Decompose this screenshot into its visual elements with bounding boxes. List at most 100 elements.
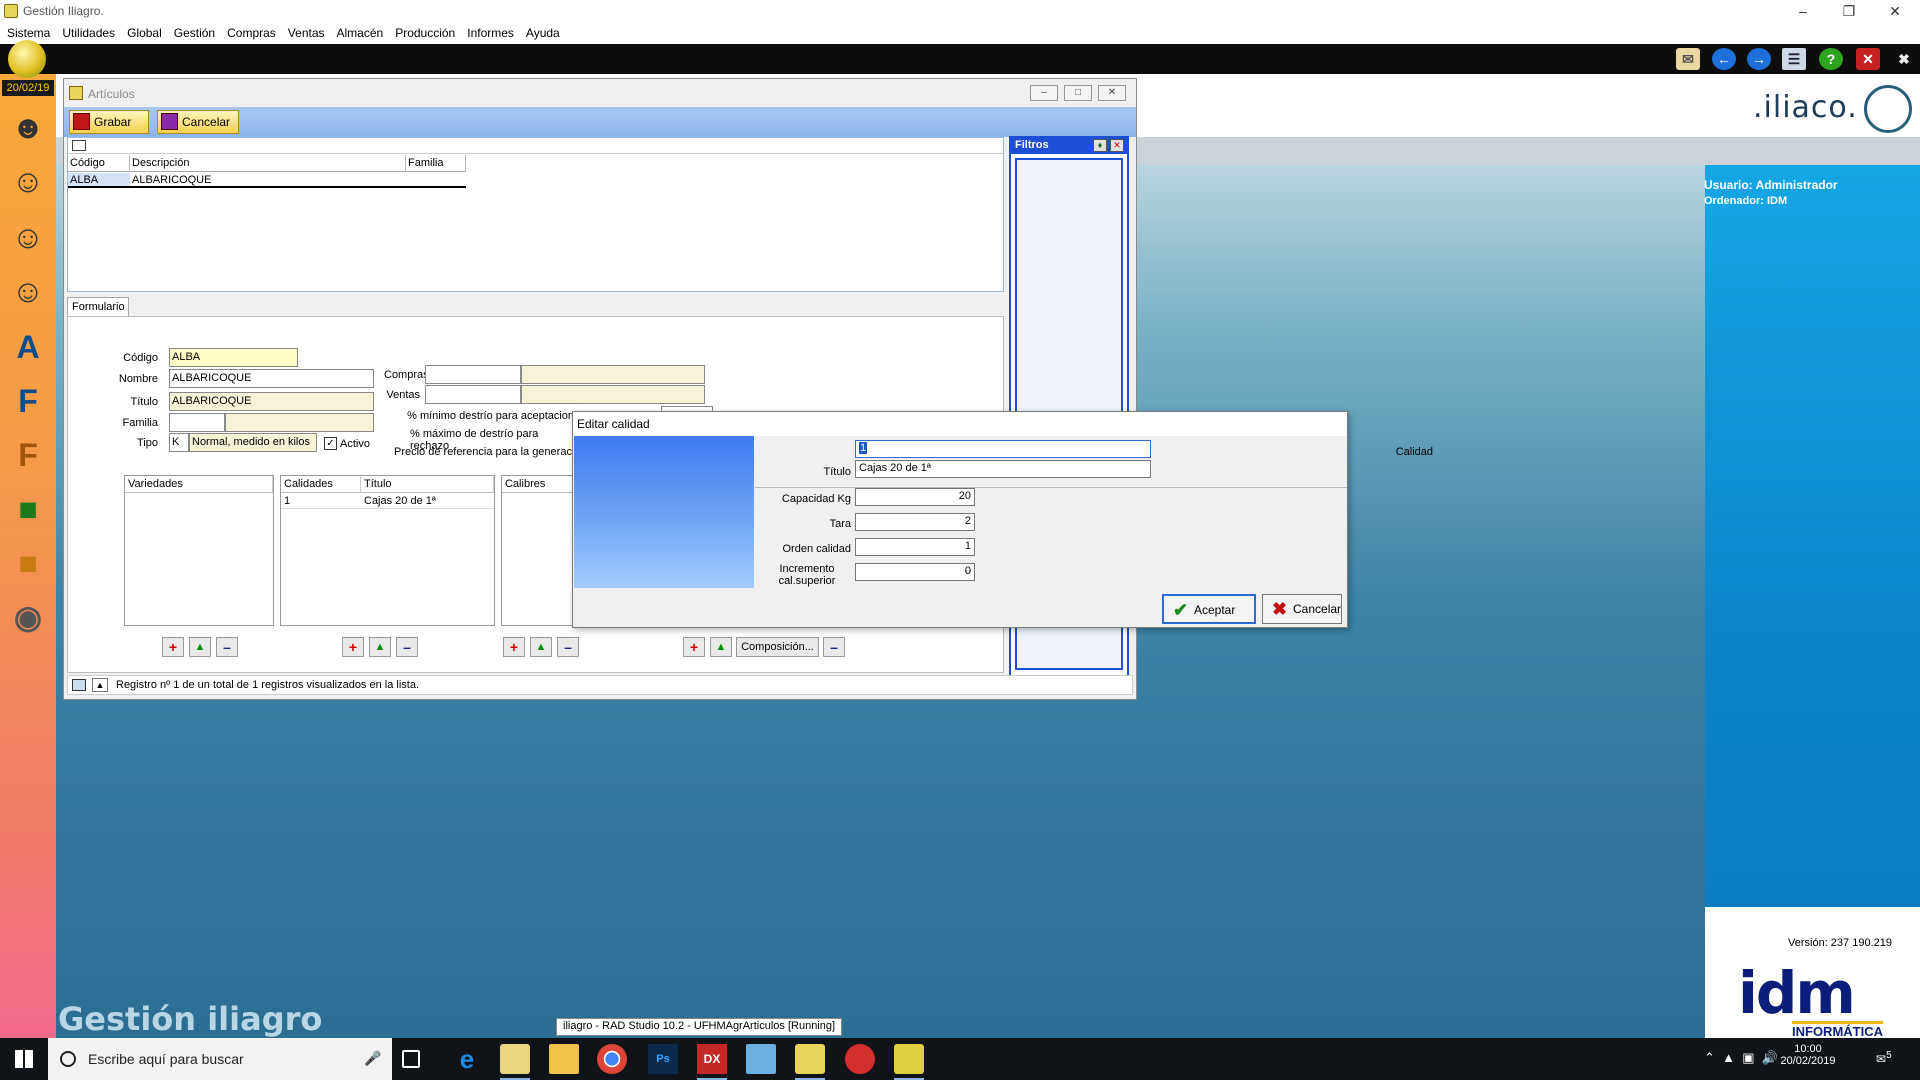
exit-app-icon[interactable]: ✖	[1892, 48, 1916, 70]
tipo-code-field[interactable]: K	[169, 433, 189, 452]
calidades-titulo-header[interactable]: Título	[361, 476, 494, 493]
nombre-field[interactable]: ALBARICOQUE	[169, 369, 374, 388]
mail-icon[interactable]: ✉	[1676, 48, 1700, 70]
menu-produccion[interactable]: Producción	[388, 24, 460, 40]
filtros-pin-icon[interactable]: ♦	[1093, 139, 1107, 152]
letter-f-icon[interactable]: F	[6, 378, 50, 424]
column-header-familia[interactable]: Familia	[406, 155, 466, 172]
minimize-button[interactable]: –	[1780, 0, 1826, 22]
incremento-field[interactable]: 0	[855, 563, 975, 581]
column-header-descripcion[interactable]: Descripción	[130, 155, 406, 172]
orange-bag-icon[interactable]: ■	[6, 540, 50, 586]
tab-formulario[interactable]: Formulario	[67, 297, 129, 317]
calidades-add-button[interactable]: +	[342, 637, 364, 657]
cancel-button[interactable]: Cancelar	[157, 110, 239, 134]
book-app-icon[interactable]	[746, 1044, 776, 1074]
iliagro-app-icon[interactable]	[795, 1044, 825, 1080]
menu-ayuda[interactable]: Ayuda	[519, 24, 565, 40]
menu-ventas[interactable]: Ventas	[281, 24, 330, 40]
familia-code-field[interactable]	[169, 413, 225, 432]
close-window-icon[interactable]: ✕	[1856, 48, 1880, 70]
task-view-icon[interactable]	[402, 1050, 420, 1068]
grid-options-icon[interactable]	[72, 140, 86, 151]
disc-icon[interactable]: ◉	[6, 594, 50, 640]
system-tray[interactable]: ⌃ ▲ ▣ 🔊	[1704, 1050, 1778, 1066]
file-explorer-icon[interactable]	[549, 1044, 579, 1074]
start-button[interactable]	[0, 1038, 48, 1080]
debugger-app-icon[interactable]	[845, 1044, 875, 1074]
users-group-icon[interactable]: ☻	[6, 104, 50, 150]
capacidad-field[interactable]: 20	[855, 488, 975, 506]
menu-informes[interactable]: Informes	[460, 24, 519, 40]
notifications-icon[interactable]: ✉5	[1876, 1050, 1896, 1068]
calidades-up-button[interactable]: ▲	[369, 637, 391, 657]
save-button[interactable]: Grabar	[69, 110, 149, 134]
calidades-header[interactable]: Calidades	[281, 476, 361, 493]
menu-gestion[interactable]: Gestión	[167, 24, 220, 40]
codigo-field[interactable]: ALBA	[169, 348, 298, 367]
photoshop-icon[interactable]: Ps	[648, 1044, 678, 1074]
composicion-button[interactable]: Composición...	[736, 637, 819, 657]
edge-icon[interactable]: e	[452, 1044, 482, 1074]
menu-global[interactable]: Global	[120, 24, 167, 40]
variedades-remove-button[interactable]: –	[216, 637, 238, 657]
green-bag-icon[interactable]: ■	[6, 486, 50, 532]
maximize-button[interactable]: □	[1064, 85, 1092, 101]
tara-field[interactable]: 2	[855, 513, 975, 531]
column-header-codigo[interactable]: Código	[68, 155, 130, 172]
close-button[interactable]: ✕	[1098, 85, 1126, 101]
cancel-button[interactable]: ✖ Cancelar	[1262, 594, 1342, 624]
activo-checkbox[interactable]: ✓	[324, 437, 337, 450]
windows-list-icon[interactable]: ☰	[1782, 48, 1806, 70]
table-cell-calidad-titulo[interactable]: Cajas 20 de 1ª	[361, 494, 494, 509]
orden-field[interactable]: 1	[855, 538, 975, 556]
status-record-icon[interactable]	[72, 679, 86, 691]
letter-f-orange-icon[interactable]: F	[6, 432, 50, 478]
filtros-close-icon[interactable]: ✕	[1110, 139, 1124, 152]
composicion-remove-button[interactable]: –	[823, 637, 845, 657]
calibres-remove-button[interactable]: –	[557, 637, 579, 657]
user-a-icon[interactable]: ☺	[6, 268, 50, 314]
calidades-remove-button[interactable]: –	[396, 637, 418, 657]
menu-utilidades[interactable]: Utilidades	[55, 24, 120, 40]
table-cell-familia[interactable]	[406, 173, 466, 188]
notes-app-icon[interactable]	[500, 1044, 530, 1080]
table-cell-codigo[interactable]: ALBA	[68, 173, 130, 188]
help-icon[interactable]: ?	[1819, 48, 1843, 70]
calidad-field[interactable]: 1	[855, 440, 1151, 458]
calibres-add-button[interactable]: +	[503, 637, 525, 657]
composicion-up-button[interactable]: ▲	[710, 637, 732, 657]
titulo-field[interactable]: Cajas 20 de 1ª	[855, 460, 1151, 478]
calibres-up-button[interactable]: ▲	[530, 637, 552, 657]
compras-code-field[interactable]	[425, 365, 521, 384]
table-cell-descripcion[interactable]: ALBARICOQUE	[130, 173, 406, 188]
app-orb-icon[interactable]	[8, 40, 46, 78]
user-p-icon[interactable]: ☺	[6, 214, 50, 260]
ventas-code-field[interactable]	[425, 385, 521, 404]
delphi-dx-icon[interactable]: DX	[697, 1044, 727, 1080]
variedades-panel: Variedades	[124, 475, 274, 626]
table-cell-calidad[interactable]: 1	[281, 494, 361, 509]
menu-almacen[interactable]: Almacén	[330, 24, 389, 40]
menu-compras[interactable]: Compras	[220, 24, 281, 40]
close-button[interactable]: ✕	[1872, 0, 1918, 22]
user-icon[interactable]: ☺	[6, 158, 50, 204]
iliagro-app-icon-2[interactable]	[894, 1044, 924, 1080]
letter-a-icon[interactable]: A	[6, 324, 50, 370]
variedades-add-button[interactable]: +	[162, 637, 184, 657]
search-box[interactable]: Escribe aquí para buscar 🎤	[48, 1038, 392, 1080]
taskbar-clock[interactable]: 10:00 20/02/2019	[1772, 1043, 1844, 1067]
chrome-icon[interactable]	[597, 1044, 627, 1074]
composicion-add-button[interactable]: +	[683, 637, 705, 657]
accept-button[interactable]: ✔ Aceptar	[1162, 594, 1256, 624]
restore-button[interactable]: ❐	[1826, 0, 1872, 22]
back-arrow-icon[interactable]: ←	[1712, 48, 1736, 70]
variedades-header[interactable]: Variedades	[125, 476, 273, 493]
menu-sistema[interactable]: Sistema	[0, 24, 55, 40]
microphone-icon[interactable]: 🎤	[364, 1050, 381, 1067]
minimize-button[interactable]: –	[1030, 85, 1058, 101]
status-collapse-icon[interactable]: ▲	[92, 678, 108, 692]
variedades-up-button[interactable]: ▲	[189, 637, 211, 657]
forward-arrow-icon[interactable]: →	[1747, 48, 1771, 70]
titulo-field[interactable]: ALBARICOQUE	[169, 392, 374, 411]
